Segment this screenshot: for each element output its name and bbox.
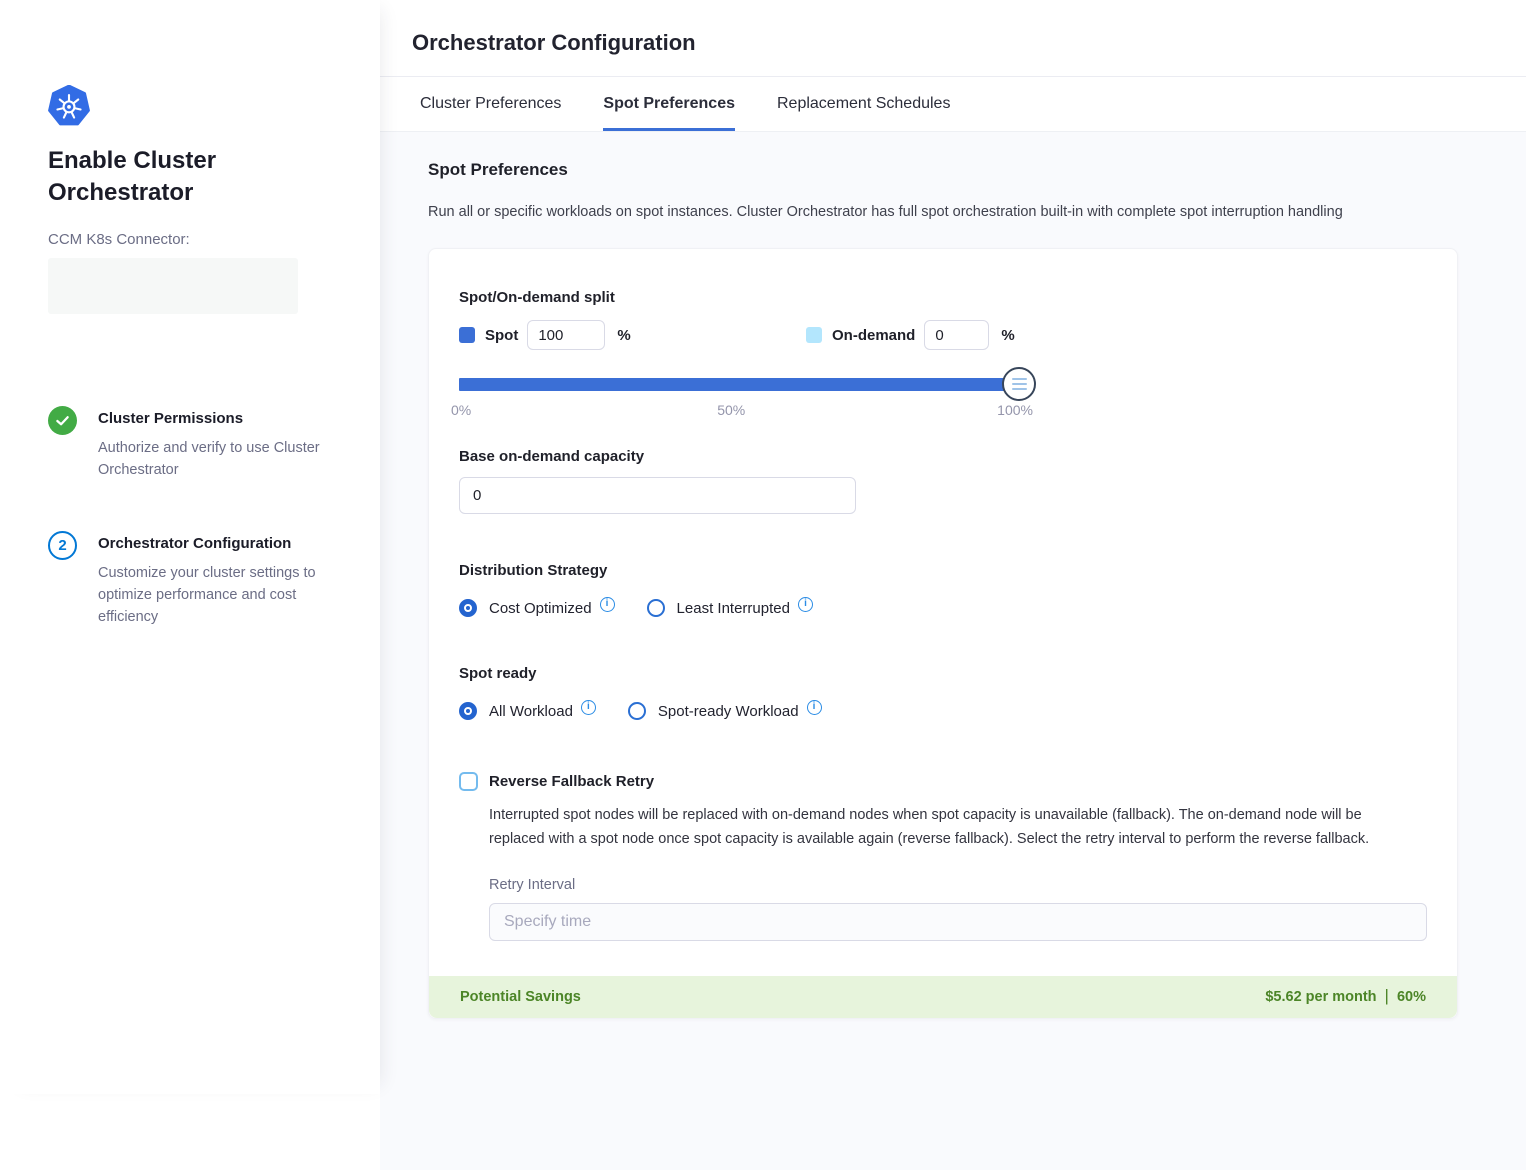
step-orchestrator-configuration[interactable]: 2 Orchestrator Configuration Customize y… bbox=[48, 531, 340, 628]
split-row: Spot % On-demand % bbox=[459, 320, 1425, 350]
savings-percent: 60% bbox=[1397, 989, 1426, 1005]
reverse-fallback-section: Reverse Fallback Retry Interrupted spot … bbox=[459, 772, 1425, 941]
retry-interval-input[interactable] bbox=[489, 903, 1427, 941]
check-circle-icon bbox=[48, 406, 77, 435]
radio-selected-icon[interactable] bbox=[459, 599, 477, 617]
info-icon[interactable] bbox=[581, 700, 596, 715]
slider-handle-icon[interactable] bbox=[1002, 367, 1036, 401]
section-description: Run all or specific workloads on spot in… bbox=[428, 204, 1458, 220]
tab-content: Spot Preferences Run all or specific wor… bbox=[380, 132, 1526, 1170]
base-capacity-input[interactable] bbox=[459, 477, 856, 514]
radio-unselected-icon[interactable] bbox=[628, 702, 646, 720]
connector-label: CCM K8s Connector: bbox=[48, 231, 340, 248]
radio-least-interrupted[interactable]: Least Interrupted bbox=[647, 599, 813, 617]
step-description: Authorize and verify to use Cluster Orch… bbox=[98, 437, 330, 481]
info-icon[interactable] bbox=[798, 597, 813, 612]
radio-cost-optimized[interactable]: Cost Optimized bbox=[459, 599, 615, 617]
radio-all-workload[interactable]: All Workload bbox=[459, 702, 596, 720]
step-description: Customize your cluster settings to optim… bbox=[98, 562, 330, 628]
page-title: Orchestrator Configuration bbox=[412, 30, 1526, 56]
kubernetes-icon bbox=[48, 85, 90, 127]
spot-ready-label: Spot ready bbox=[459, 665, 1425, 682]
tab-replacement-schedules[interactable]: Replacement Schedules bbox=[777, 77, 950, 131]
connector-value-box bbox=[48, 258, 298, 314]
wizard-sidebar: Enable Cluster Orchestrator CCM K8s Conn… bbox=[0, 0, 380, 1094]
percent-sign: % bbox=[1001, 327, 1014, 344]
radio-label: Least Interrupted bbox=[677, 600, 790, 617]
potential-savings-bar: Potential Savings $5.62 per month | 60% bbox=[429, 976, 1457, 1018]
distribution-strategy-options: Cost Optimized Least Interrupted bbox=[459, 599, 1425, 617]
step-title: Cluster Permissions bbox=[98, 410, 330, 427]
ondemand-split-group: On-demand % bbox=[806, 320, 1015, 350]
step-cluster-permissions[interactable]: Cluster Permissions Authorize and verify… bbox=[48, 406, 340, 481]
split-slider: 0% 50% 100% bbox=[459, 378, 1019, 418]
step-title: Orchestrator Configuration bbox=[98, 535, 330, 552]
base-capacity-label: Base on-demand capacity bbox=[459, 448, 1425, 465]
ondemand-color-swatch-icon bbox=[806, 327, 822, 343]
savings-amount: $5.62 per month bbox=[1265, 989, 1376, 1005]
radio-label: All Workload bbox=[489, 703, 573, 720]
wizard-steps: Cluster Permissions Authorize and verify… bbox=[48, 406, 340, 628]
step-number-icon: 2 bbox=[48, 531, 77, 560]
ondemand-label: On-demand bbox=[832, 327, 915, 344]
base-capacity-field: Base on-demand capacity bbox=[459, 448, 1425, 514]
ondemand-percent-input[interactable] bbox=[924, 320, 989, 350]
radio-spot-ready-workload[interactable]: Spot-ready Workload bbox=[628, 702, 822, 720]
radio-unselected-icon[interactable] bbox=[647, 599, 665, 617]
spot-percent-input[interactable] bbox=[527, 320, 605, 350]
spot-label: Spot bbox=[485, 327, 518, 344]
savings-separator: | bbox=[1385, 986, 1389, 1006]
slider-track[interactable] bbox=[459, 378, 1019, 391]
spot-split-group: Spot % bbox=[459, 320, 806, 350]
info-icon[interactable] bbox=[600, 597, 615, 612]
info-icon[interactable] bbox=[807, 700, 822, 715]
retry-interval-label: Retry Interval bbox=[489, 877, 1425, 893]
split-label: Spot/On-demand split bbox=[459, 289, 1425, 306]
spot-color-swatch-icon bbox=[459, 327, 475, 343]
distribution-strategy-label: Distribution Strategy bbox=[459, 562, 1425, 579]
radio-label: Spot-ready Workload bbox=[658, 703, 799, 720]
tab-cluster-preferences[interactable]: Cluster Preferences bbox=[420, 77, 561, 131]
page-header: Orchestrator Configuration bbox=[380, 0, 1526, 76]
potential-savings-label: Potential Savings bbox=[460, 989, 581, 1005]
spot-ready-options: All Workload Spot-ready Workload bbox=[459, 702, 1425, 720]
tick-50: 50% bbox=[717, 402, 745, 418]
tab-bar: Cluster Preferences Spot Preferences Rep… bbox=[380, 77, 1526, 132]
reverse-fallback-checkbox[interactable] bbox=[459, 772, 478, 791]
slider-ticks: 0% 50% 100% bbox=[459, 402, 1019, 418]
spot-preferences-card: Spot/On-demand split Spot % On-demand % bbox=[428, 248, 1458, 1019]
wizard-title: Enable Cluster Orchestrator bbox=[48, 145, 268, 209]
percent-sign: % bbox=[617, 327, 630, 344]
tick-100: 100% bbox=[997, 402, 1033, 418]
potential-savings-value: $5.62 per month | 60% bbox=[1265, 987, 1426, 1007]
tab-spot-preferences[interactable]: Spot Preferences bbox=[603, 77, 735, 131]
main-panel: Orchestrator Configuration Cluster Prefe… bbox=[380, 0, 1526, 1094]
radio-label: Cost Optimized bbox=[489, 600, 592, 617]
reverse-fallback-label: Reverse Fallback Retry bbox=[489, 773, 654, 790]
radio-selected-icon[interactable] bbox=[459, 702, 477, 720]
reverse-fallback-description: Interrupted spot nodes will be replaced … bbox=[489, 803, 1419, 851]
tick-0: 0% bbox=[451, 402, 471, 418]
section-heading: Spot Preferences bbox=[428, 160, 1458, 180]
